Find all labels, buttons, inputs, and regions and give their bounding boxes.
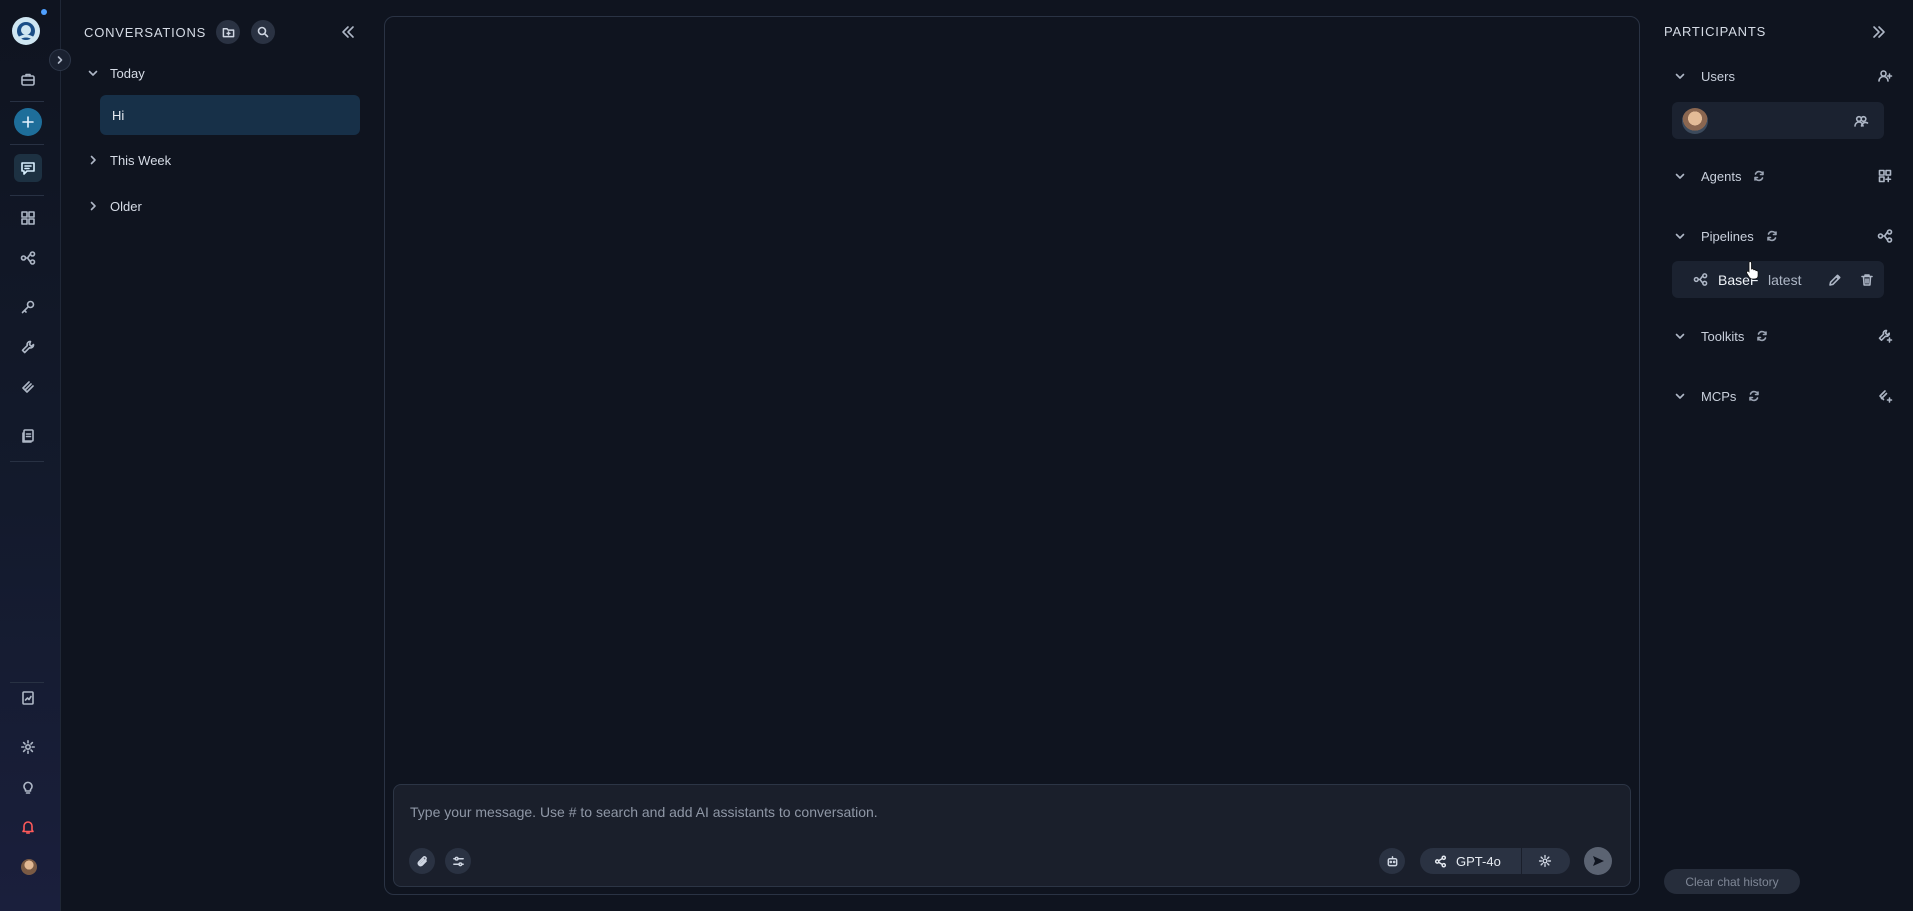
section-toolkits[interactable]: Toolkits xyxy=(1672,324,1894,348)
participant-avatar xyxy=(1682,107,1708,134)
participants-panel: PARTICIPANTS Users Agents Pipelines Base… xyxy=(1652,0,1913,911)
section-label: Users xyxy=(1701,68,1735,84)
add-toolkit-icon[interactable] xyxy=(1876,327,1894,345)
mouse-cursor-icon xyxy=(1746,261,1759,280)
sliders-icon[interactable] xyxy=(445,848,471,874)
chevron-right-icon xyxy=(84,151,102,169)
add-mcp-icon[interactable] xyxy=(1876,387,1894,405)
briefcase-icon[interactable] xyxy=(14,65,42,93)
conversation-label: Hi xyxy=(112,107,125,123)
rail-divider xyxy=(10,195,44,196)
group-label: Today xyxy=(110,65,145,81)
chevron-down-icon xyxy=(1672,68,1688,84)
pipeline-version[interactable]: latest xyxy=(1768,272,1801,288)
attach-icon[interactable] xyxy=(409,848,435,874)
robot-icon[interactable] xyxy=(1379,848,1405,874)
refresh-icon[interactable] xyxy=(1754,328,1770,344)
chevron-down-icon xyxy=(84,64,102,82)
rail-divider xyxy=(10,101,44,102)
search-icon[interactable] xyxy=(251,20,276,44)
refresh-icon[interactable] xyxy=(1751,168,1767,184)
delete-icon[interactable] xyxy=(1858,271,1876,289)
documents-icon[interactable] xyxy=(14,422,42,450)
section-label: Pipelines xyxy=(1701,228,1754,244)
mcp-icon[interactable] xyxy=(14,373,42,401)
refresh-icon[interactable] xyxy=(1746,388,1762,404)
add-pipeline-icon[interactable] xyxy=(1876,227,1894,245)
chevron-down-icon xyxy=(1672,388,1688,404)
grid-icon[interactable] xyxy=(14,204,42,232)
rail-divider xyxy=(10,144,44,145)
pipeline-icon xyxy=(1692,272,1708,288)
rail-divider xyxy=(10,461,44,462)
group-older[interactable]: Older xyxy=(84,194,142,218)
section-label: Toolkits xyxy=(1701,328,1745,344)
chat-icon[interactable] xyxy=(14,154,42,182)
message-composer: GPT-4o xyxy=(393,784,1631,887)
nav-rail xyxy=(0,0,61,911)
edit-icon[interactable] xyxy=(1826,271,1844,289)
model-selector[interactable]: GPT-4o xyxy=(1420,848,1570,874)
user-card[interactable] xyxy=(1672,102,1884,139)
new-conversation-button[interactable] xyxy=(14,108,42,136)
model-settings-icon[interactable] xyxy=(1522,848,1568,874)
send-button[interactable] xyxy=(1584,847,1612,875)
send-icon xyxy=(1593,856,1604,866)
section-pipelines[interactable]: Pipelines xyxy=(1672,224,1894,248)
pipeline-card[interactable]: BaseF latest xyxy=(1672,261,1884,298)
app-logo[interactable] xyxy=(12,17,40,45)
conversations-panel: CONVERSATIONS Today Hi This Week Older xyxy=(62,0,367,911)
refresh-icon[interactable] xyxy=(1764,228,1780,244)
reports-icon[interactable] xyxy=(14,684,42,712)
collapse-participants-icon[interactable] xyxy=(1868,21,1890,43)
section-mcps[interactable]: MCPs xyxy=(1672,384,1894,408)
share-icon xyxy=(1434,854,1447,868)
conversations-title: CONVERSATIONS xyxy=(84,24,207,40)
users-group-icon[interactable] xyxy=(1852,112,1870,130)
add-user-icon[interactable] xyxy=(1876,67,1894,85)
expand-chevron-icon[interactable] xyxy=(49,49,71,71)
add-agent-icon[interactable] xyxy=(1876,167,1894,185)
chevron-down-icon xyxy=(1672,328,1688,344)
section-label: Agents xyxy=(1701,168,1742,184)
status-dot xyxy=(41,9,47,15)
model-button[interactable]: GPT-4o xyxy=(1420,848,1522,874)
key-icon[interactable] xyxy=(14,293,42,321)
rail-divider xyxy=(10,682,44,683)
section-label: MCPs xyxy=(1701,388,1737,404)
participants-title: PARTICIPANTS xyxy=(1664,24,1767,39)
pipeline-icon[interactable] xyxy=(14,244,42,272)
group-label: This Week xyxy=(110,152,172,168)
section-agents[interactable]: Agents xyxy=(1672,164,1894,188)
new-folder-icon[interactable] xyxy=(216,20,241,44)
user-avatar[interactable] xyxy=(21,859,37,875)
collapse-conversations-icon[interactable] xyxy=(337,21,359,43)
group-today[interactable]: Today xyxy=(84,61,145,85)
group-this-week[interactable]: This Week xyxy=(84,148,171,172)
section-users[interactable]: Users xyxy=(1672,64,1894,88)
model-label: GPT-4o xyxy=(1456,853,1501,869)
chevron-down-icon xyxy=(1672,168,1688,184)
conversation-item[interactable]: Hi xyxy=(100,95,360,135)
chevron-down-icon xyxy=(1672,228,1688,244)
settings-icon[interactable] xyxy=(14,733,42,761)
group-label: Older xyxy=(110,198,142,214)
wrench-icon[interactable] xyxy=(14,333,42,361)
clear-chat-history-button[interactable]: Clear chat history xyxy=(1664,869,1800,894)
chat-area xyxy=(384,16,1640,895)
message-input[interactable] xyxy=(410,801,1610,823)
conversations-header: CONVERSATIONS xyxy=(84,20,276,44)
bell-icon[interactable] xyxy=(14,813,42,841)
chevron-right-icon xyxy=(84,197,102,215)
lightbulb-icon[interactable] xyxy=(14,773,42,801)
